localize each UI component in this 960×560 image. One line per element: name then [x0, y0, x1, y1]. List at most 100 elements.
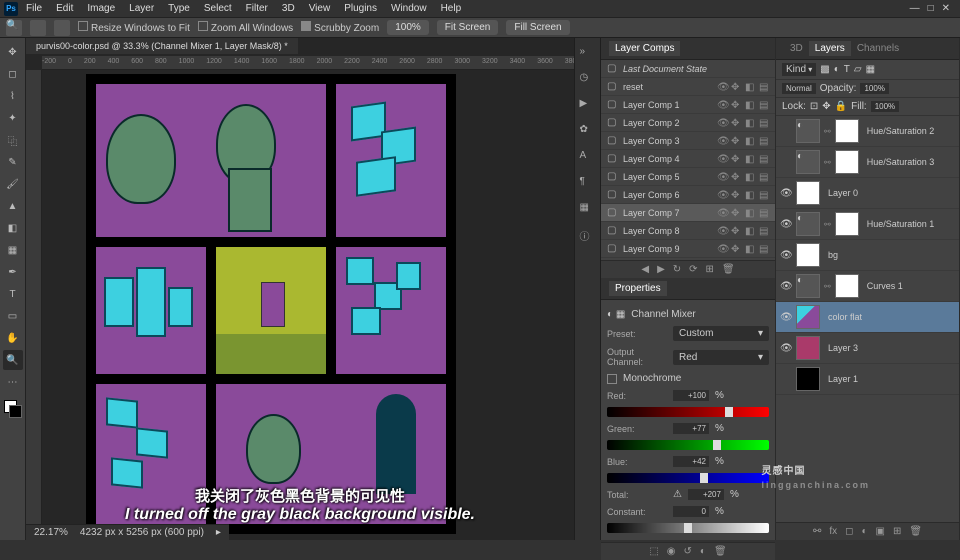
canvas-area[interactable]: purvis00-color.psd @ 33.3% (Channel Mixe…: [26, 38, 600, 540]
apply-icon[interactable]: ▢: [607, 153, 619, 164]
lc-new-icon[interactable]: ⊞: [706, 264, 714, 275]
constant-value[interactable]: 0: [673, 506, 709, 517]
visibility-icon[interactable]: 👁: [780, 250, 792, 261]
appear-icon[interactable]: ◧: [745, 82, 755, 92]
fill-screen-button[interactable]: Fill Screen: [506, 20, 569, 35]
menu-view[interactable]: View: [303, 1, 337, 16]
layer-comp-row[interactable]: ▢Layer Comp 6👁✥◧▤: [601, 186, 775, 204]
vis-icon[interactable]: 👁: [717, 190, 727, 200]
swatch-panel-icon[interactable]: ▦: [580, 202, 596, 218]
update-icon[interactable]: ▤: [759, 172, 769, 182]
stamp-tool[interactable]: ▲: [3, 196, 23, 216]
layer-name[interactable]: Layer 0: [824, 188, 955, 198]
vis-icon[interactable]: 👁: [717, 172, 727, 182]
layer-row[interactable]: ◐⚯Hue/Saturation 2: [776, 116, 959, 147]
constant-slider[interactable]: [607, 523, 769, 533]
apply-icon[interactable]: ▢: [607, 81, 619, 92]
status-arrow-icon[interactable]: ▸: [216, 527, 221, 538]
shape-tool[interactable]: ▭: [3, 306, 23, 326]
vis-icon[interactable]: 👁: [717, 82, 727, 92]
lock-all-icon[interactable]: ⊡: [810, 101, 818, 112]
zoom-in-icon[interactable]: [30, 20, 46, 36]
appear-icon[interactable]: ◧: [745, 100, 755, 110]
apply-icon[interactable]: ▢: [607, 243, 619, 254]
fx-icon[interactable]: fx: [829, 526, 837, 537]
blue-slider[interactable]: [607, 473, 769, 483]
apply-icon[interactable]: ▢: [607, 225, 619, 236]
zoom-out-icon[interactable]: [54, 20, 70, 36]
clip-icon[interactable]: ⬚: [649, 546, 658, 557]
expand-icon[interactable]: »: [580, 46, 596, 62]
menu-edit[interactable]: Edit: [50, 1, 79, 16]
update-icon[interactable]: ▤: [759, 244, 769, 254]
menu-filter[interactable]: Filter: [240, 1, 274, 16]
lasso-tool[interactable]: ⌇: [3, 86, 23, 106]
layer-mask[interactable]: [835, 119, 859, 143]
visibility-icon[interactable]: 👁: [780, 219, 792, 230]
layer-comp-row[interactable]: ▢Layer Comp 1👁✥◧▤: [601, 96, 775, 114]
layer-row[interactable]: 👁Layer 0: [776, 178, 959, 209]
close-icon[interactable]: ✕: [942, 3, 950, 14]
fit-screen-button[interactable]: Fit Screen: [437, 20, 499, 35]
zoom-tool-icon[interactable]: 🔍: [6, 20, 22, 36]
pos-icon[interactable]: ✥: [731, 226, 741, 236]
wand-tool[interactable]: ✦: [3, 108, 23, 128]
marquee-tool[interactable]: ◻: [3, 64, 23, 84]
layer-comp-row[interactable]: ▢Layer Comp 8👁✥◧▤: [601, 222, 775, 240]
filter-type-icon[interactable]: T: [844, 64, 850, 75]
lc-prev-icon[interactable]: ◀: [641, 264, 649, 275]
color-swatch[interactable]: [4, 400, 22, 418]
crop-tool[interactable]: ⿻: [3, 130, 23, 150]
apply-icon[interactable]: ▢: [607, 171, 619, 182]
adj-layer-icon[interactable]: ◐: [861, 526, 867, 537]
layer-row[interactable]: 👁◐⚯Curves 1: [776, 271, 959, 302]
opacity-input[interactable]: 100%: [860, 83, 888, 94]
preset-dropdown[interactable]: Custom▾: [673, 326, 769, 341]
red-value[interactable]: +100: [673, 390, 709, 401]
tab-channels[interactable]: Channels: [851, 41, 905, 56]
edit-toolbar[interactable]: ⋯: [3, 372, 23, 392]
layer-comp-row[interactable]: ▢Layer Comp 9👁✥◧▤: [601, 240, 775, 258]
view-prev-icon[interactable]: ◉: [667, 546, 676, 557]
menu-image[interactable]: Image: [81, 1, 121, 16]
layer-comp-row[interactable]: ▢Layer Comp 2👁✥◧▤: [601, 114, 775, 132]
blue-value[interactable]: +42: [673, 456, 709, 467]
layer-name[interactable]: Layer 3: [824, 343, 955, 353]
brush-panel-icon[interactable]: ✿: [580, 124, 596, 140]
appear-icon[interactable]: ◧: [745, 172, 755, 182]
layer-comp-row[interactable]: ▢Layer Comp 5👁✥◧▤: [601, 168, 775, 186]
appear-icon[interactable]: ◧: [745, 136, 755, 146]
layer-name[interactable]: Curves 1: [863, 281, 955, 291]
layer-name[interactable]: Hue/Saturation 1: [863, 219, 955, 229]
green-slider[interactable]: [607, 440, 769, 450]
pos-icon[interactable]: ✥: [731, 118, 741, 128]
filter-adj-icon[interactable]: ◐: [834, 64, 840, 75]
history-icon[interactable]: ◷: [580, 72, 596, 88]
eyedropper-tool[interactable]: ✎: [3, 152, 23, 172]
layer-name[interactable]: Layer 1: [824, 374, 955, 384]
update-icon[interactable]: ▤: [759, 136, 769, 146]
document-tab[interactable]: purvis00-color.psd @ 33.3% (Channel Mixe…: [26, 38, 298, 54]
lc-trash-icon[interactable]: 🗑: [722, 264, 735, 275]
apply-icon[interactable]: ▢: [607, 99, 619, 110]
lc-next-icon[interactable]: ▶: [657, 264, 665, 275]
layer-comp-row[interactable]: ▢Layer Comp 7👁✥◧▤: [601, 204, 775, 222]
update-icon[interactable]: ▤: [759, 154, 769, 164]
zoomall-checkbox[interactable]: [198, 21, 208, 31]
delete-layer-icon[interactable]: 🗑: [909, 526, 922, 537]
resize-checkbox[interactable]: [78, 21, 88, 31]
layer-row[interactable]: 👁bg: [776, 240, 959, 271]
layer-kind-dropdown[interactable]: Kind ▾: [782, 63, 816, 76]
pos-icon[interactable]: ✥: [731, 100, 741, 110]
vis-icon[interactable]: 👁: [717, 118, 727, 128]
menu-3d[interactable]: 3D: [276, 1, 301, 16]
update-icon[interactable]: ▤: [759, 190, 769, 200]
menu-type[interactable]: Type: [162, 1, 196, 16]
pos-icon[interactable]: ✥: [731, 154, 741, 164]
char-panel-icon[interactable]: A: [580, 150, 596, 166]
appear-icon[interactable]: ◧: [745, 154, 755, 164]
type-tool[interactable]: T: [3, 284, 23, 304]
visibility-icon[interactable]: 👁: [780, 312, 792, 323]
pos-icon[interactable]: ✥: [731, 190, 741, 200]
menu-file[interactable]: File: [20, 1, 48, 16]
